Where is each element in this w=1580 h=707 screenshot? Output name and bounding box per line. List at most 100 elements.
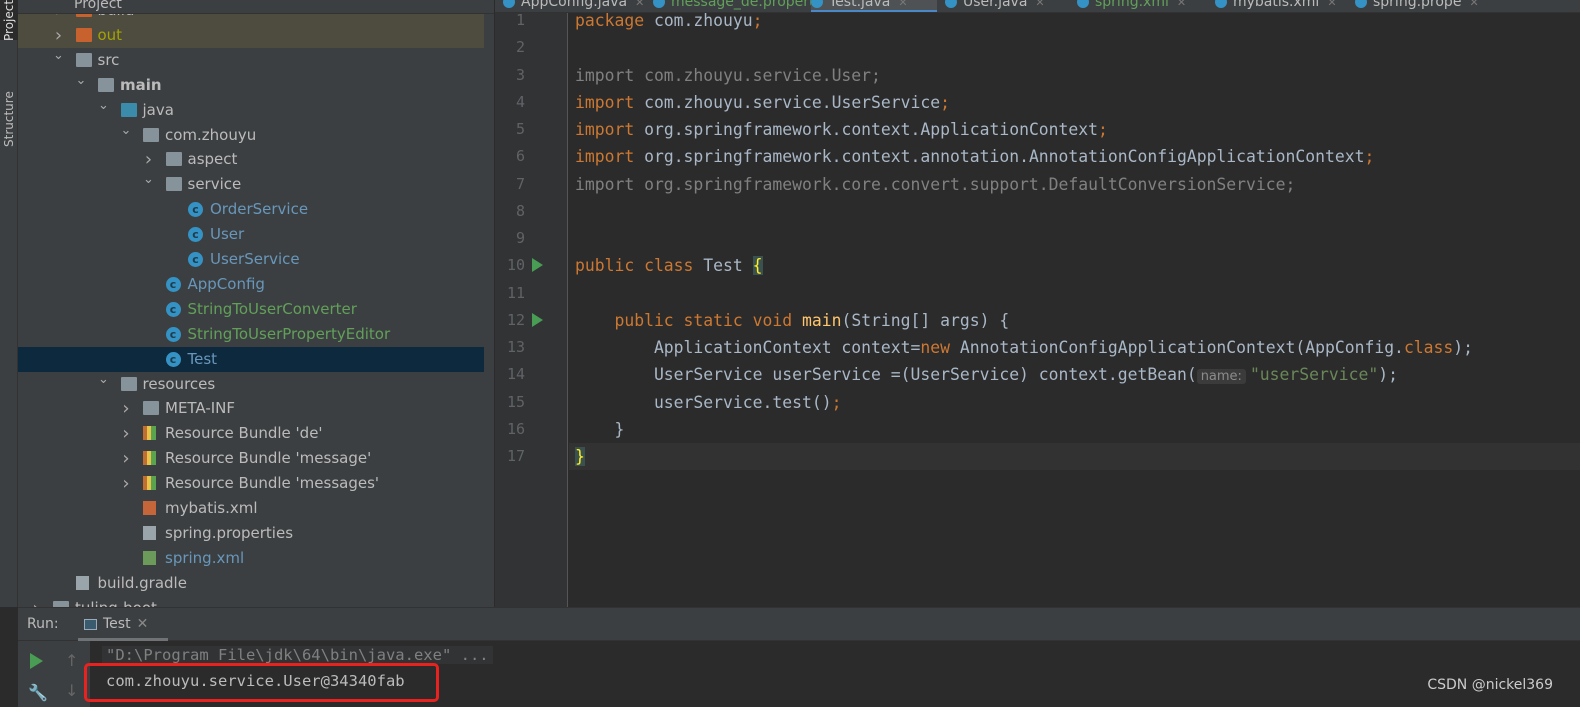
class-icon: c bbox=[165, 301, 181, 317]
tree-item[interactable]: › out bbox=[18, 22, 484, 48]
code-token: UserService userService =(UserService) c… bbox=[575, 365, 1197, 385]
xml-file-icon bbox=[143, 501, 156, 515]
tree-item-label: Test bbox=[187, 349, 218, 368]
code-token: new bbox=[920, 338, 950, 357]
tree-item[interactable]: ⌄ service bbox=[18, 172, 484, 197]
tree-item[interactable]: ⌄ java bbox=[18, 98, 484, 123]
editor-tab[interactable]: Test.java ✕ bbox=[811, 0, 937, 12]
code-token: public static void bbox=[575, 310, 802, 330]
tree-item[interactable]: › META-INF bbox=[18, 396, 484, 421]
editor-tab[interactable]: User.java ✕ bbox=[945, 0, 1069, 12]
code-token: public class bbox=[575, 256, 704, 276]
tree-item[interactable]: › Resource Bundle 'messages' bbox=[18, 471, 484, 496]
code-line: import org.springframework.core.convert.… bbox=[575, 171, 1295, 198]
up-arrow-icon[interactable]: ↑ bbox=[65, 651, 78, 670]
editor-tab[interactable]: spring.prope ✕ bbox=[1355, 0, 1485, 12]
project-panel-header[interactable]: Project bbox=[18, 0, 494, 14]
close-tab-icon[interactable]: ✕ bbox=[898, 0, 907, 9]
code-token: ; bbox=[940, 92, 951, 112]
tree-item-label: resources bbox=[142, 374, 216, 393]
tree-item[interactable]: c UserService bbox=[18, 247, 484, 272]
class-icon: c bbox=[188, 252, 203, 267]
chevron-right-icon[interactable]: › bbox=[119, 421, 133, 446]
code-token: import bbox=[575, 120, 635, 139]
console-icon bbox=[84, 618, 97, 630]
code-token: userService.test() bbox=[575, 392, 832, 412]
editor-tab-label: spring.xml bbox=[1095, 0, 1169, 10]
chevron-right-icon[interactable]: › bbox=[119, 446, 133, 471]
code-token: import com.zhouyu.service.User; bbox=[575, 65, 881, 85]
rerun-icon[interactable] bbox=[30, 653, 43, 669]
tree-item-label: User bbox=[210, 225, 245, 244]
parameter-hint: name: bbox=[1196, 369, 1246, 385]
tree-item[interactable]: mybatis.xml bbox=[18, 496, 484, 521]
tree-item[interactable]: c StringToUserConverter bbox=[18, 297, 484, 322]
close-tab-icon[interactable]: ✕ bbox=[1469, 0, 1478, 9]
tree-item[interactable]: › Resource Bundle 'de' bbox=[18, 421, 484, 446]
line-number: 14 bbox=[506, 365, 525, 384]
code-token: import org.springframework.core.convert.… bbox=[575, 174, 1296, 194]
tree-item-label: tuling-boot bbox=[75, 596, 157, 607]
close-tab-icon[interactable]: ✕ bbox=[1035, 0, 1044, 9]
close-tab-icon[interactable]: ✕ bbox=[1177, 0, 1186, 9]
tree-item[interactable]: › Resource Bundle 'message' bbox=[18, 446, 484, 471]
editor-tab-label: mybatis.xml bbox=[1233, 0, 1320, 10]
tree-item[interactable]: ⌄ com.zhouyu bbox=[18, 123, 484, 148]
resource-bundle-icon bbox=[143, 476, 156, 491]
code-token: org.springframework.context.ApplicationC… bbox=[634, 120, 1099, 139]
structure-tool-tab[interactable]: Structure bbox=[0, 78, 18, 160]
tree-item-label: META-INF bbox=[165, 399, 236, 418]
chevron-down-icon[interactable]: ⌄ bbox=[97, 367, 111, 392]
tree-item[interactable]: c Test bbox=[18, 346, 484, 372]
folder-icon bbox=[120, 376, 137, 391]
editor-tab[interactable]: mybatis.xml ✕ bbox=[1215, 0, 1347, 12]
chevron-right-icon[interactable]: › bbox=[119, 396, 133, 421]
tree-item-label: UserService bbox=[210, 250, 300, 268]
tree-item-label: spring.properties bbox=[165, 523, 294, 542]
highlight-annotation-box bbox=[84, 663, 439, 702]
chevron-down-icon[interactable]: ⌄ bbox=[119, 118, 133, 143]
file-type-icon bbox=[1215, 0, 1227, 8]
close-icon[interactable]: ✕ bbox=[137, 616, 149, 632]
tree-item[interactable]: c OrderService bbox=[18, 197, 484, 222]
chevron-down-icon[interactable]: ⌄ bbox=[97, 93, 111, 118]
tree-item[interactable]: spring.xml bbox=[18, 546, 484, 571]
code-token: (String[] args) { bbox=[841, 310, 1010, 330]
project-tool-tab[interactable]: Project bbox=[0, 0, 18, 41]
resource-bundle-icon bbox=[143, 426, 156, 441]
run-gutter-icon[interactable] bbox=[532, 312, 543, 327]
class-icon: c bbox=[165, 326, 181, 342]
tree-item[interactable]: c User bbox=[18, 222, 484, 247]
tree-item-label: out bbox=[97, 25, 123, 44]
code-line: import org.springframework.context.Appli… bbox=[575, 116, 1108, 143]
current-line-highlight bbox=[569, 443, 1580, 470]
tree-item-label: StringToUserConverter bbox=[187, 299, 357, 318]
folder-icon bbox=[143, 401, 159, 416]
close-tab-icon[interactable]: ✕ bbox=[1327, 0, 1336, 9]
tree-item[interactable]: › aspect bbox=[18, 147, 484, 172]
tree-item[interactable]: ⌄ resources bbox=[18, 372, 484, 397]
wrench-icon[interactable]: 🔧 bbox=[28, 683, 48, 702]
chevron-right-icon[interactable]: › bbox=[29, 596, 43, 607]
editor-tab-label: Test.java bbox=[829, 0, 891, 10]
folder-icon bbox=[143, 127, 159, 142]
chevron-down-icon[interactable]: ⌄ bbox=[142, 167, 156, 192]
excluded-folder-icon bbox=[75, 27, 92, 42]
tree-item[interactable]: ⌄ main bbox=[18, 73, 484, 98]
tree-item[interactable]: › tuling-boot bbox=[18, 596, 484, 607]
down-arrow-icon[interactable]: ↓ bbox=[65, 681, 78, 700]
code-line: import org.springframework.context.annot… bbox=[575, 143, 1374, 170]
tree-item-label: AppConfig bbox=[187, 274, 265, 293]
tree-item[interactable]: spring.properties bbox=[18, 521, 484, 546]
chevron-down-icon[interactable]: ⌄ bbox=[52, 43, 66, 68]
run-gutter-icon[interactable] bbox=[532, 258, 543, 273]
tree-item[interactable]: build.gradle bbox=[18, 571, 484, 596]
chevron-right-icon[interactable]: › bbox=[119, 471, 133, 496]
editor-tab[interactable]: spring.xml ✕ bbox=[1077, 0, 1207, 12]
run-tab-test[interactable]: Test ✕ bbox=[78, 608, 168, 641]
code-token: org.springframework.context.annotation.A… bbox=[634, 147, 1365, 167]
tree-item[interactable]: c AppConfig bbox=[18, 272, 484, 297]
chevron-down-icon[interactable]: ⌄ bbox=[74, 68, 88, 93]
tree-item[interactable]: c StringToUserPropertyEditor bbox=[18, 322, 484, 347]
resource-bundle-icon bbox=[143, 451, 156, 466]
